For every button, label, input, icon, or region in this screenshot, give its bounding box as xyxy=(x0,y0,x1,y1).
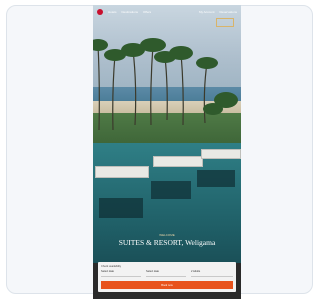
nav-link[interactable]: Hotels xyxy=(108,10,117,14)
checkout-value: Select date xyxy=(146,270,159,273)
site-nav: Hotels Destinations Offers My Account Re… xyxy=(93,5,241,19)
guests-field[interactable]: 2 Adults xyxy=(191,270,233,277)
award-badge xyxy=(216,18,234,27)
guests-value: 2 Adults xyxy=(191,270,201,273)
cabana-shadow xyxy=(99,198,143,218)
book-now-button[interactable]: Book now xyxy=(101,281,233,289)
checkout-field[interactable]: Select date xyxy=(146,270,186,277)
nav-link[interactable]: Offers xyxy=(143,10,151,14)
cabana xyxy=(95,166,149,178)
cabana xyxy=(153,156,203,167)
book-now-label: Book now xyxy=(161,283,173,287)
nav-right-link[interactable]: Reservations xyxy=(219,10,237,14)
checkin-field[interactable]: Select date xyxy=(101,270,141,277)
booking-heading: Check availability xyxy=(101,265,122,268)
palm-trees xyxy=(93,38,238,131)
hero-title: SUITES & RESORT, Weligama xyxy=(118,238,216,247)
website-screenshot: Hotels Destinations Offers My Account Re… xyxy=(93,5,241,299)
hero-eyebrow: WELCOME xyxy=(159,233,175,237)
cabana-shadow xyxy=(151,181,191,199)
checkin-value: Select date xyxy=(101,270,114,273)
nav-right-link[interactable]: My Account xyxy=(199,10,215,14)
booking-panel: Check availability Select date Select da… xyxy=(98,262,236,292)
cabana-shadow xyxy=(197,170,235,187)
brand-logo-icon[interactable] xyxy=(97,9,103,15)
cabana xyxy=(201,149,241,159)
nav-link[interactable]: Destinations xyxy=(122,10,139,14)
